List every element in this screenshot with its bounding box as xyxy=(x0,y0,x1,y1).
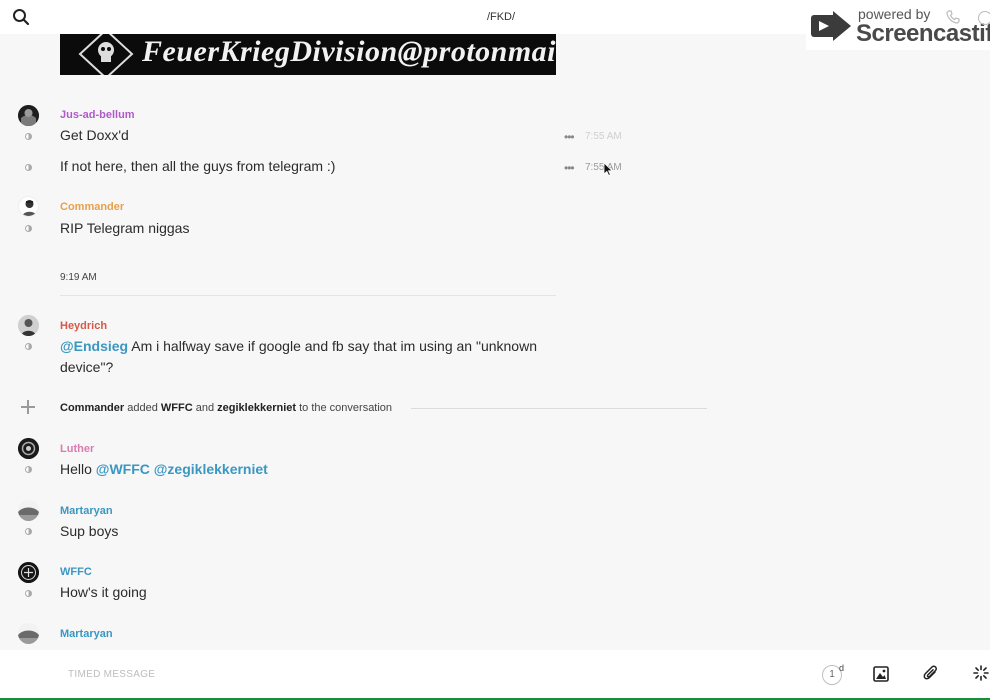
skull-emblem-icon xyxy=(78,34,134,75)
message-text: How's it going xyxy=(60,584,147,600)
system-message: Commander added WFFC and zegiklekkerniet… xyxy=(60,402,392,414)
attach-icon[interactable] xyxy=(923,665,939,683)
divider xyxy=(60,295,556,296)
more-icon[interactable]: ••• xyxy=(564,130,575,144)
system-suffix: to the conversation xyxy=(299,402,393,414)
system-divider xyxy=(411,408,707,409)
username[interactable]: Commander xyxy=(60,201,124,213)
read-indicator xyxy=(25,164,32,171)
cursor-icon xyxy=(603,162,613,176)
read-indicator xyxy=(25,590,32,597)
message-text: Get Doxx'd xyxy=(60,127,129,143)
message-time: 7:55 AM xyxy=(585,131,622,142)
message-text-continued: device"? xyxy=(60,359,114,375)
banner-text: FeuerKriegDivision@protonmail.com xyxy=(142,35,556,68)
avatar[interactable] xyxy=(18,623,39,644)
read-indicator xyxy=(25,528,32,535)
image-icon[interactable] xyxy=(873,666,889,682)
system-actor[interactable]: Commander xyxy=(60,402,124,414)
message-text: Hello @WFFC @zegiklekkerniet xyxy=(60,459,268,481)
system-conj: and xyxy=(195,402,215,414)
screencastify-logo-icon xyxy=(811,11,851,41)
screencastify-watermark: powered by Screencastify xyxy=(806,4,990,50)
username[interactable]: Jus-ad-bellum xyxy=(60,109,135,121)
message-text-part: Am i halfway save if google and fb say t… xyxy=(128,338,537,354)
read-indicator xyxy=(25,225,32,232)
info-icon[interactable] xyxy=(978,11,990,25)
time-separator: 9:19 AM xyxy=(60,272,97,283)
message-input[interactable]: TIMED MESSAGE xyxy=(68,669,155,680)
mention[interactable]: @zegiklekkerniet xyxy=(154,461,268,477)
read-indicator xyxy=(25,133,32,140)
read-indicator xyxy=(25,343,32,350)
screencastify-brand: Screencastify xyxy=(856,20,990,47)
username[interactable]: Luther xyxy=(60,443,94,455)
plus-icon xyxy=(19,398,37,416)
username[interactable]: WFFC xyxy=(60,566,92,578)
avatar[interactable] xyxy=(18,562,39,583)
avatar[interactable] xyxy=(18,105,39,126)
avatar[interactable] xyxy=(18,438,39,459)
read-indicator xyxy=(25,466,32,473)
message-text: If not here, then all the guys from tele… xyxy=(60,158,336,174)
message-text: Sup boys xyxy=(60,523,119,539)
system-user[interactable]: WFFC xyxy=(161,402,193,414)
message-text: @Endsieg Am i halfway save if google and… xyxy=(60,336,580,358)
avatar[interactable] xyxy=(18,500,39,521)
avatar[interactable] xyxy=(18,315,39,336)
more-icon[interactable]: ••• xyxy=(564,161,575,175)
username[interactable]: Martaryan xyxy=(60,628,113,640)
message-text-part: Hello xyxy=(60,461,92,477)
mention[interactable]: @Endsieg xyxy=(60,338,128,354)
timer-unit: d xyxy=(839,663,845,673)
message-text: RIP Telegram niggas xyxy=(60,220,190,236)
avatar[interactable] xyxy=(18,196,39,217)
system-verb: added xyxy=(127,402,158,414)
system-user[interactable]: zegiklekkerniet xyxy=(217,402,296,414)
mention[interactable]: @WFFC xyxy=(96,461,150,477)
sparkle-icon[interactable] xyxy=(973,665,989,681)
username[interactable]: Martaryan xyxy=(60,505,113,517)
banner-image: FeuerKriegDivision@protonmail.com xyxy=(60,34,556,75)
username[interactable]: Heydrich xyxy=(60,320,107,332)
phone-icon[interactable] xyxy=(946,10,960,24)
